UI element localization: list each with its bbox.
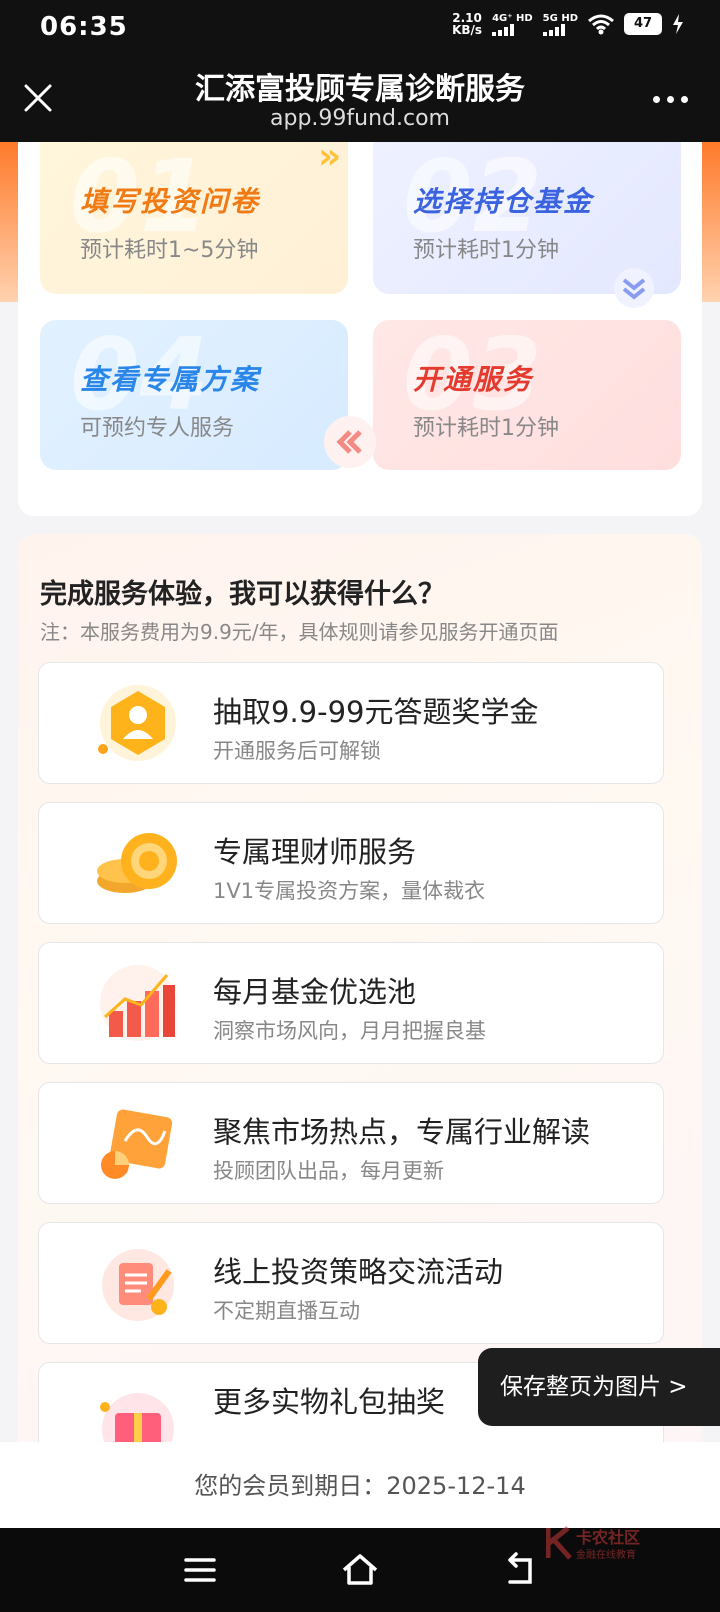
- step-title: 填写投资问卷: [80, 185, 261, 218]
- clock: 06:35: [40, 12, 128, 42]
- page-title: 汇添富投顾专属诊断服务: [195, 72, 525, 107]
- benefit-subtitle: 开通服务后可解锁: [213, 739, 381, 763]
- status-icons: 2.10 KB/s 4G⁺ HD 5G HD 47: [452, 12, 684, 36]
- benefit-subtitle: 不定期直播互动: [213, 1299, 360, 1323]
- more-menu-icon[interactable]: [653, 96, 688, 103]
- service-steps-card: 01 填写投资问卷 预计耗时1~5分钟 02 选择持仓基金 预计耗时1分钟 04…: [18, 136, 702, 516]
- arrow-right-icon: »: [318, 136, 342, 177]
- save-page-as-image-button[interactable]: 保存整页为图片 >: [478, 1348, 720, 1426]
- arrow-down-icon: [614, 268, 654, 308]
- menu-icon[interactable]: [180, 1550, 220, 1590]
- watermark-logo: 卡农社区 金融在线教育: [546, 1524, 666, 1564]
- benefit-title: 线上投资策略交流活动: [213, 1255, 504, 1289]
- step-title: 选择持仓基金: [413, 185, 594, 218]
- step-desc: 预计耗时1分钟: [413, 416, 559, 441]
- step-title: 查看专属方案: [80, 363, 261, 396]
- sim2-label: 5G HD: [542, 12, 578, 24]
- sim1-label: 4G⁺ HD: [492, 12, 533, 24]
- coins-icon: [97, 833, 177, 893]
- step-view-plan[interactable]: 04 查看专属方案 可预约专人服务: [40, 320, 348, 470]
- back-icon[interactable]: [500, 1550, 540, 1590]
- benefit-item-hotspot[interactable]: 聚焦市场热点，专属行业解读 投顾团队出品，每月更新: [38, 1082, 664, 1204]
- status-bar: 06:35 2.10 KB/s 4G⁺ HD 5G HD 47: [0, 0, 720, 56]
- bar-chart-icon: [100, 965, 176, 1041]
- benefit-title: 更多实物礼包抽奖: [213, 1385, 446, 1419]
- sim2-signal-icon: 5G HD: [542, 12, 578, 36]
- charging-icon: [673, 14, 683, 34]
- benefit-title: 抽取9.9-99元答题奖学金: [213, 695, 539, 729]
- benefit-item-scholarship[interactable]: 抽取9.9-99元答题奖学金 开通服务后可解锁: [38, 662, 664, 784]
- battery-icon: 47: [624, 13, 662, 35]
- arrow-left-icon: [324, 416, 376, 468]
- webview-header: 汇添富投顾专属诊断服务 app.99fund.com: [0, 56, 720, 142]
- membership-expiry: 您的会员到期日：2025-12-14: [194, 1472, 526, 1500]
- benefit-title: 聚焦市场热点，专属行业解读: [213, 1115, 591, 1149]
- benefit-subtitle: 1V1专属投资方案，量体裁衣: [213, 879, 486, 903]
- membership-footer: 您的会员到期日：2025-12-14: [0, 1442, 720, 1528]
- benefits-title: 完成服务体验，我可以获得什么？: [40, 579, 445, 610]
- benefit-title: 每月基金优选池: [213, 975, 417, 1009]
- benefit-subtitle: 投顾团队出品，每月更新: [213, 1159, 444, 1183]
- watermark-title: 卡农社区: [576, 1528, 641, 1547]
- background-accent-right: [700, 142, 720, 302]
- speed-unit: KB/s: [452, 23, 483, 37]
- page-url: app.99fund.com: [270, 106, 450, 131]
- benefit-item-fund-pool[interactable]: 每月基金优选池 洞察市场风向，月月把握良基: [38, 942, 664, 1064]
- benefit-item-advisor[interactable]: 专属理财师服务 1V1专属投资方案，量体裁衣: [38, 802, 664, 924]
- benefits-note: 注：本服务费用为9.9元/年，具体规则请参见服务开通页面: [40, 620, 559, 644]
- wifi-icon: [588, 14, 614, 35]
- benefit-item-live-activity[interactable]: 线上投资策略交流活动 不定期直播互动: [38, 1222, 664, 1344]
- home-icon[interactable]: [340, 1550, 380, 1590]
- step-desc: 预计耗时1分钟: [413, 238, 559, 263]
- step-open-service[interactable]: 03 开通服务 预计耗时1分钟: [373, 320, 681, 470]
- step-title: 开通服务: [413, 363, 534, 396]
- step-desc: 预计耗时1~5分钟: [80, 238, 259, 263]
- sim1-signal-icon: 4G⁺ HD: [492, 13, 533, 36]
- report-icon: [101, 1109, 173, 1179]
- benefit-title: 专属理财师服务: [213, 835, 417, 869]
- step-desc: 可预约专人服务: [80, 416, 235, 441]
- k-logo-icon: [546, 1526, 572, 1560]
- benefit-subtitle: 洞察市场风向，月月把握良基: [213, 1019, 486, 1043]
- gift-badge-icon: [98, 685, 176, 761]
- background-accent-left: [0, 142, 20, 302]
- step-fill-questionnaire[interactable]: 01 填写投资问卷 预计耗时1~5分钟: [40, 142, 348, 294]
- watermark-subtitle: 金融在线教育: [576, 1550, 636, 1561]
- strategy-doc-icon: [102, 1249, 174, 1321]
- network-speed: 2.10 KB/s: [452, 12, 482, 36]
